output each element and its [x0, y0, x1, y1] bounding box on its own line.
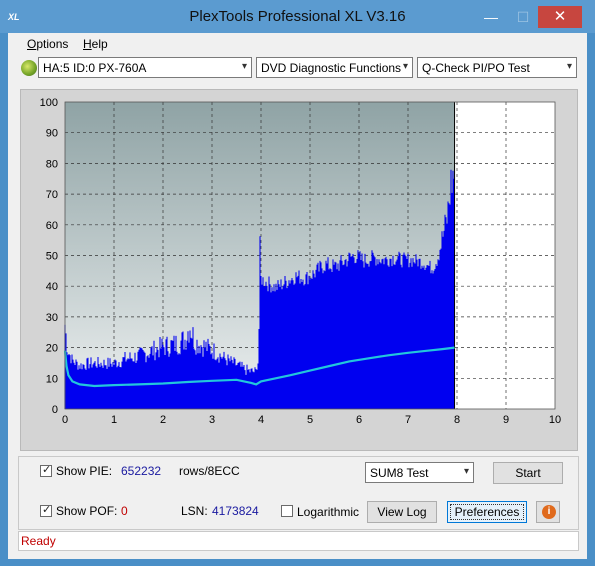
y-tick-label: 20: [46, 343, 58, 355]
menu-options-label: ptions: [36, 37, 69, 51]
info-button[interactable]: i: [536, 501, 560, 523]
status-bar: Ready: [18, 531, 579, 551]
show-pie-label: Show PIE:: [56, 464, 113, 478]
y-tick-label: 70: [46, 189, 58, 201]
rows-label: rows/8ECC: [179, 464, 240, 478]
lsn-label: LSN:: [181, 504, 208, 518]
poe-value: 0: [121, 504, 128, 518]
sum8-select[interactable]: SUM8 Test ▾: [365, 462, 474, 483]
preferences-label: Preferences: [449, 504, 525, 520]
preferences-button[interactable]: Preferences: [447, 501, 527, 523]
lsn-value: 4173824: [212, 504, 259, 518]
controls-panel: ✓ Show PIE: 652232 rows/8ECC SUM8 Test ▾…: [18, 456, 579, 530]
show-poe-label: Show POF:: [56, 504, 118, 518]
view-log-button[interactable]: View Log: [367, 501, 437, 523]
start-button[interactable]: Start: [493, 462, 563, 484]
x-tick-label: 7: [405, 414, 411, 426]
function-select-value: DVD Diagnostic Functions: [261, 61, 402, 75]
chevron-down-icon: ▾: [241, 61, 247, 72]
show-poe-checkbox[interactable]: ✓: [40, 504, 52, 517]
info-icon: i: [542, 505, 556, 519]
test-select-value: Q-Check PI/PO Test: [422, 61, 530, 75]
x-tick-label: 9: [503, 414, 509, 426]
show-pie-checkbox[interactable]: ✓: [40, 464, 52, 477]
client-area: Options Help HA:5 ID:0 PX-760A ▾ DVD Dia…: [8, 33, 587, 559]
minimize-button[interactable]: —: [473, 6, 509, 28]
chevron-down-icon: ▾: [566, 61, 572, 72]
menu-help[interactable]: Help: [83, 37, 108, 51]
drive-select[interactable]: HA:5 ID:0 PX-760A ▾: [38, 57, 252, 78]
y-tick-label: 0: [52, 404, 58, 416]
y-tick-label: 50: [46, 251, 58, 263]
x-tick-label: 4: [258, 414, 264, 426]
maximize-button[interactable]: ☐: [505, 6, 541, 28]
x-tick-label: 6: [356, 414, 362, 426]
drive-icon: [21, 60, 37, 76]
chevron-down-icon: ▾: [402, 61, 408, 72]
chevron-down-icon: ▾: [463, 466, 469, 477]
app-window: XL PlexTools Professional XL V3.16 — ☐ ✕…: [0, 0, 595, 566]
y-tick-label: 100: [40, 97, 58, 109]
menu-options-mnemonic: O: [27, 37, 37, 51]
logarithmic-checkbox[interactable]: [281, 505, 293, 517]
check-icon: ✓: [42, 464, 52, 476]
y-tick-label: 10: [46, 373, 58, 385]
test-select[interactable]: Q-Check PI/PO Test ▾: [417, 57, 577, 78]
x-tick-label: 0: [62, 414, 68, 426]
function-select[interactable]: DVD Diagnostic Functions ▾: [256, 57, 413, 78]
y-tick-label: 60: [46, 220, 58, 232]
menu-help-label: elp: [91, 37, 108, 51]
x-tick-label: 1: [111, 414, 117, 426]
sum8-select-value: SUM8 Test: [370, 466, 429, 480]
drive-select-value: HA:5 ID:0 PX-760A: [43, 61, 147, 75]
close-button[interactable]: ✕: [538, 6, 582, 28]
y-tick-label: 90: [46, 128, 58, 140]
menu-help-mnemonic: H: [83, 37, 92, 51]
title-bar: XL PlexTools Professional XL V3.16 — ☐ ✕: [0, 0, 595, 33]
y-tick-label: 80: [46, 158, 58, 170]
x-tick-label: 2: [160, 414, 166, 426]
x-tick-label: 8: [454, 414, 460, 426]
y-tick-label: 30: [46, 312, 58, 324]
x-tick-label: 5: [307, 414, 313, 426]
pie-chart: 0 1 2 3 4 5 6 7 8 9 100102030405060708090100: [40, 97, 561, 426]
x-tick-label: 3: [209, 414, 215, 426]
check-icon: ✓: [42, 504, 52, 516]
pie-value: 652232: [121, 464, 162, 478]
menu-bar: Options Help: [8, 33, 587, 55]
logarithmic-label: Logarithmic: [297, 505, 360, 519]
menu-options[interactable]: Options: [27, 37, 68, 51]
x-tick-label: 10: [549, 414, 561, 426]
y-tick-label: 40: [46, 281, 58, 293]
chart-panel: 0 1 2 3 4 5 6 7 8 9 10 0 10 20 30 40 50 60 70 80 90 100: [20, 89, 578, 451]
status-text: Ready: [21, 534, 56, 548]
